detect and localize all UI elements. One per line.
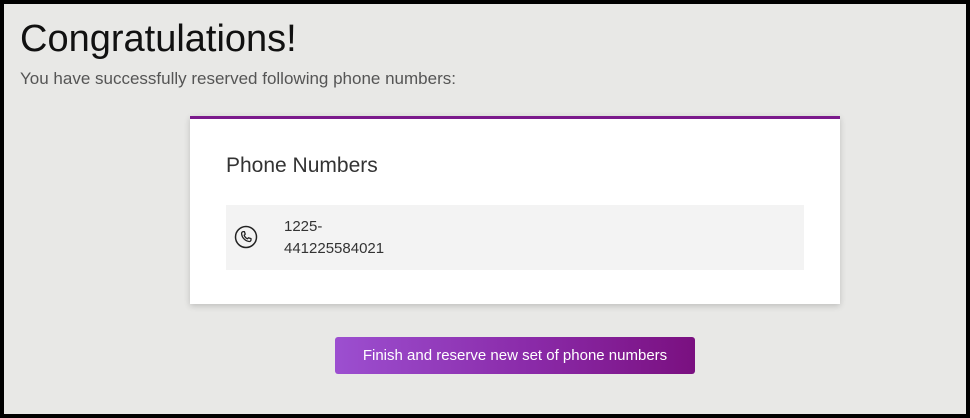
phone-number-line-2: 441225584021	[284, 240, 385, 257]
phone-number-item: 1225- 441225584021	[226, 205, 804, 270]
phone-number-line-1: 1225-	[284, 218, 323, 235]
card-title: Phone Numbers	[226, 154, 378, 177]
finish-and-reserve-button[interactable]: Finish and reserve new set of phone numb…	[335, 337, 695, 374]
page-subtitle: You have successfully reserved following…	[20, 69, 456, 88]
phone-icon-svg	[234, 225, 258, 249]
page-frame: Congratulations! You have successfully r…	[0, 0, 970, 418]
phone-numbers-card: Phone Numbers 1225- 441225584021	[190, 116, 840, 304]
phone-number-text: 1225- 441225584021	[284, 216, 384, 260]
page-title: Congratulations!	[20, 18, 297, 60]
phone-icon	[234, 225, 258, 249]
